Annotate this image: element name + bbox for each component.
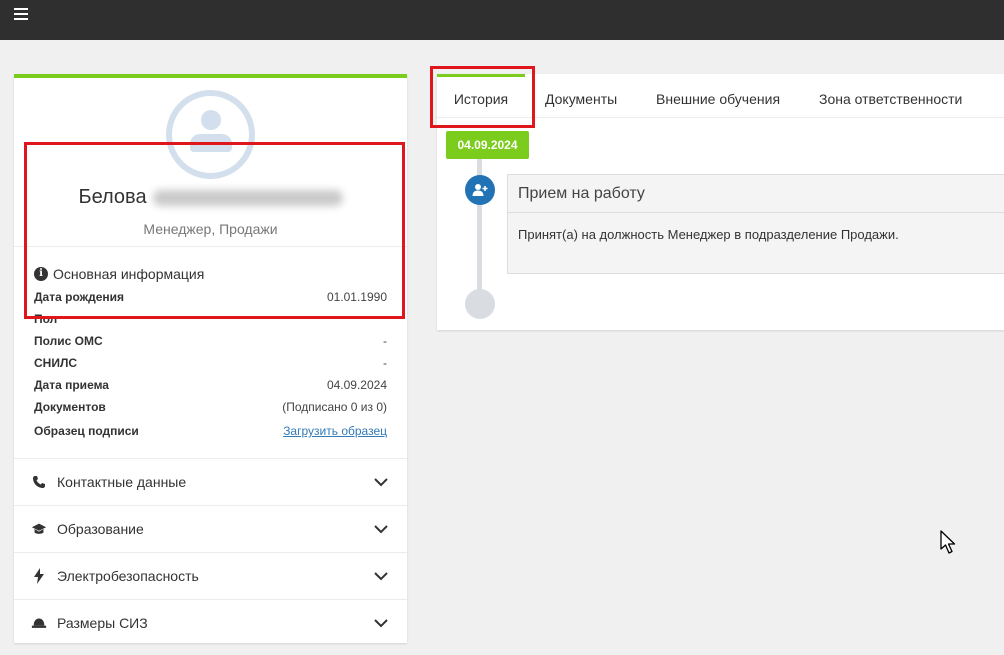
info-row-documents: Документов (Подписано 0 из 0) <box>34 400 387 414</box>
tab-history[interactable]: История <box>437 74 525 118</box>
tab-documents[interactable]: Документы <box>545 74 617 118</box>
info-row-gender: Пол <box>34 312 58 326</box>
upload-signature-link[interactable]: Загрузить образец <box>283 424 387 438</box>
top-navbar <box>0 0 1004 40</box>
accordion-contacts[interactable]: Контактные данные <box>14 458 407 505</box>
add-user-icon <box>465 175 495 205</box>
event-text: Принят(а) на должность Менеджер в подраз… <box>518 227 899 242</box>
info-row-signature: Образец подписи Загрузить образец <box>34 424 387 438</box>
info-row-birthdate: Дата рождения 01.01.1990 <box>34 290 387 304</box>
info-row-hire-date: Дата приема 04.09.2024 <box>34 378 387 392</box>
hard-hat-icon <box>31 615 47 631</box>
accordion-electrical-safety[interactable]: Электробезопасность <box>14 552 407 599</box>
avatar <box>166 90 255 179</box>
main-info-heading: i Основная информация <box>34 266 204 282</box>
user-icon <box>201 110 221 130</box>
chevron-down-icon <box>374 619 388 628</box>
tab-bar: История Документы Внешние обучения Зона … <box>437 74 1004 118</box>
history-panel: История Документы Внешние обучения Зона … <box>437 74 1004 330</box>
employee-profile-card: Белова Менеджер, Продажи i Основная инфо… <box>14 74 407 643</box>
timeline-event-card: Прием на работу Принят(а) на должность М… <box>507 174 1004 274</box>
chevron-down-icon <box>374 525 388 534</box>
tab-responsibility-zone[interactable]: Зона ответственности <box>819 74 962 118</box>
employee-surname: Белова <box>78 186 147 208</box>
employee-name: Белова <box>14 186 407 209</box>
chevron-down-icon <box>374 572 388 581</box>
accordion-education[interactable]: Образование <box>14 505 407 552</box>
info-icon: i <box>34 267 48 281</box>
lightning-icon <box>31 568 47 584</box>
info-row-oms: Полис ОМС - <box>34 334 387 348</box>
phone-icon <box>31 474 47 490</box>
mouse-cursor-icon <box>940 530 956 554</box>
timeline-date-badge: 04.09.2024 <box>446 131 529 159</box>
tab-external-training[interactable]: Внешние обучения <box>656 74 780 118</box>
hamburger-menu-icon[interactable] <box>14 8 28 20</box>
accordion-ppe-sizes[interactable]: Размеры СИЗ <box>14 599 407 646</box>
blurred-name-text <box>152 189 343 206</box>
employee-position: Менеджер, Продажи <box>143 221 278 237</box>
event-title: Прием на работу <box>508 175 1004 213</box>
graduation-cap-icon <box>31 521 47 537</box>
timeline-end-dot <box>465 289 495 319</box>
divider <box>14 246 407 247</box>
info-row-snils: СНИЛС - <box>34 356 387 370</box>
chevron-down-icon <box>374 478 388 487</box>
